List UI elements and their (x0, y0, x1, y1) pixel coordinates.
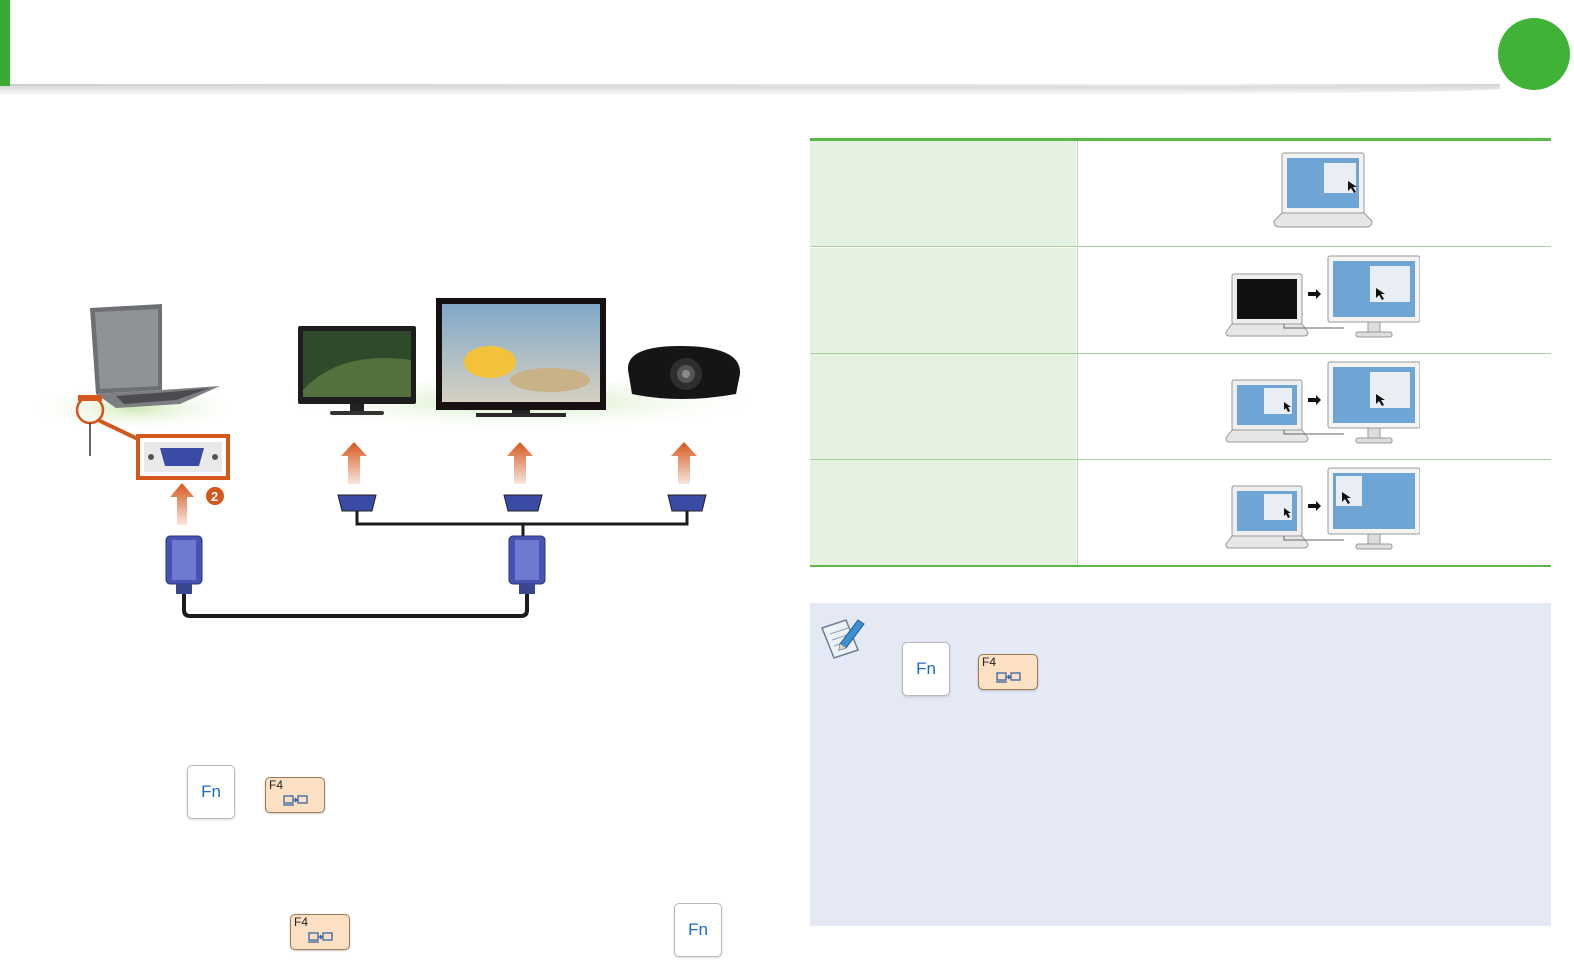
table-row (810, 248, 1552, 354)
header-accent-bar (0, 0, 10, 86)
display-switch-icon (283, 795, 308, 806)
vga-port-monitor (337, 494, 377, 512)
connection-diagram: 2 (25, 298, 780, 618)
f4-key: F4 (290, 914, 350, 950)
laptop-monitor-dual-image (1225, 467, 1420, 550)
table-cell-label (810, 141, 1076, 247)
display-switch-icon (308, 932, 333, 943)
table-cell-image (1077, 248, 1552, 354)
table-cell-image (1077, 354, 1552, 460)
f4-key: F4 (978, 654, 1038, 690)
arrow-to-projector (671, 442, 697, 484)
header-divider (0, 84, 1500, 86)
table-cell-label (810, 354, 1076, 460)
vga-port-callout (136, 434, 230, 480)
arrow-to-laptop-port (170, 483, 194, 525)
vga-port-projector (667, 494, 707, 512)
vga-cable-plug-right (508, 535, 546, 594)
f4-key-label: F4 (269, 778, 284, 792)
table-row (810, 354, 1552, 460)
laptop-off-monitor-on-image (1225, 255, 1420, 338)
fn-key-label: Fn (201, 782, 221, 801)
table-cell-image (1077, 141, 1552, 247)
fn-key: Fn (902, 642, 950, 696)
table-cell-label (810, 248, 1076, 354)
svg-text:2: 2 (211, 489, 218, 504)
vga-port-tv (503, 494, 543, 512)
f4-key-label: F4 (982, 655, 997, 669)
table-row (810, 141, 1552, 247)
f4-key: F4 (265, 777, 325, 813)
table-cell-image (1077, 460, 1552, 566)
monitor-illustration (298, 326, 416, 415)
fn-key: Fn (674, 903, 722, 957)
page-header (0, 0, 1574, 92)
arrow-to-tv (507, 442, 533, 484)
laptop-screen-only-image (1273, 152, 1373, 228)
chapter-marker (1498, 18, 1570, 90)
pencil-notepad-icon (821, 619, 865, 659)
projector-illustration (627, 346, 741, 399)
table-row (810, 460, 1552, 566)
f4-key-label: F4 (294, 915, 309, 929)
laptop-illustration (90, 304, 220, 408)
laptop-monitor-clone-image (1225, 361, 1420, 444)
table-bottom-rule (810, 565, 1551, 567)
display-mode-table (810, 138, 1552, 568)
display-switch-icon (996, 672, 1021, 683)
device-bracket-line (355, 511, 689, 538)
fn-key-label: Fn (916, 659, 936, 678)
arrow-to-monitor (341, 442, 367, 484)
table-cell-label (810, 460, 1076, 566)
row-divider (810, 246, 1551, 247)
fn-key: Fn (187, 765, 235, 819)
vga-cable (182, 594, 529, 618)
tv-illustration (436, 298, 606, 417)
fn-key-label: Fn (688, 920, 708, 939)
vga-cable-plug-left (165, 535, 203, 594)
